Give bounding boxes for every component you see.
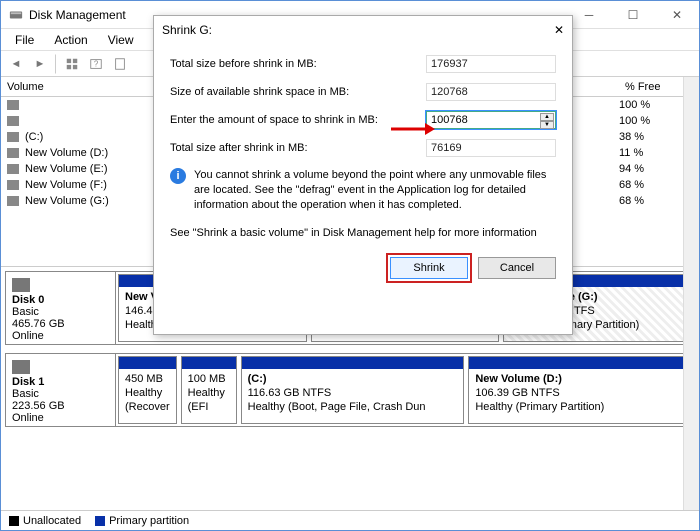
legend-unallocated: Unallocated — [23, 515, 81, 527]
volume-icon — [7, 196, 19, 206]
available-space-value: 120768 — [426, 83, 556, 101]
refresh-button[interactable] — [61, 54, 83, 74]
partition[interactable]: 450 MBHealthy (Recover — [118, 356, 177, 424]
forward-button[interactable]: ► — [29, 54, 51, 74]
back-button[interactable]: ◄ — [5, 54, 27, 74]
legend-swatch-primary — [95, 516, 105, 526]
help-button[interactable]: ? — [85, 54, 107, 74]
dialog-close-button[interactable]: ✕ — [554, 23, 564, 37]
shrink-button[interactable]: Shrink — [390, 257, 468, 279]
spinner-down[interactable]: ▼ — [540, 121, 554, 129]
volume-icon — [7, 100, 19, 110]
volume-icon — [7, 116, 19, 126]
shrink-dialog: Shrink G: ✕ Total size before shrink in … — [153, 15, 573, 335]
disk-icon — [12, 360, 30, 374]
partition[interactable]: New Volume (D:)106.39 GB NTFSHealthy (Pr… — [468, 356, 692, 424]
partition[interactable]: (C:)116.63 GB NTFSHealthy (Boot, Page Fi… — [241, 356, 465, 424]
legend-swatch-unallocated — [9, 516, 19, 526]
volume-icon — [7, 132, 19, 142]
legend: Unallocated Primary partition — [1, 510, 699, 530]
menu-file[interactable]: File — [5, 31, 44, 49]
legend-primary: Primary partition — [109, 515, 189, 527]
disk-management-window: Disk Management ─ ☐ ✕ File Action View ◄… — [0, 0, 700, 531]
properties-button[interactable] — [109, 54, 131, 74]
menu-view[interactable]: View — [98, 31, 144, 49]
volume-icon — [7, 148, 19, 158]
disk-label: Disk 0Basic465.76 GBOnline — [6, 272, 116, 344]
disk-icon — [12, 278, 30, 292]
total-after-label: Total size after shrink in MB: — [170, 142, 426, 154]
disk-row: Disk 1Basic223.56 GBOnline450 MBHealthy … — [5, 353, 695, 427]
total-before-value: 176937 — [426, 55, 556, 73]
partition[interactable]: 100 MBHealthy (EFI — [181, 356, 237, 424]
spinner-up[interactable]: ▲ — [540, 113, 554, 121]
total-after-value: 76169 — [426, 139, 556, 157]
cancel-button[interactable]: Cancel — [478, 257, 556, 279]
app-icon — [9, 8, 23, 22]
dialog-titlebar: Shrink G: ✕ — [154, 16, 572, 44]
menu-action[interactable]: Action — [44, 31, 97, 49]
info-icon: i — [170, 168, 186, 184]
shrink-amount-input[interactable]: 100768 ▲▼ — [426, 111, 556, 129]
enter-amount-label: Enter the amount of space to shrink in M… — [170, 114, 426, 126]
available-space-label: Size of available shrink space in MB: — [170, 86, 426, 98]
volume-icon — [7, 180, 19, 190]
disk-label: Disk 1Basic223.56 GBOnline — [6, 354, 116, 426]
scrollbar[interactable] — [683, 77, 699, 510]
svg-text:?: ? — [94, 59, 99, 68]
annotation-arrow — [391, 121, 435, 140]
minimize-button[interactable]: ─ — [567, 1, 611, 28]
toolbar-separator — [55, 54, 57, 74]
help-text: See "Shrink a basic volume" in Disk Mana… — [170, 227, 556, 239]
total-before-label: Total size before shrink in MB: — [170, 58, 426, 70]
dialog-title: Shrink G: — [162, 23, 554, 37]
info-text: You cannot shrink a volume beyond the po… — [194, 168, 556, 213]
column-volume[interactable]: Volume — [1, 79, 161, 95]
close-button[interactable]: ✕ — [655, 1, 699, 28]
maximize-button[interactable]: ☐ — [611, 1, 655, 28]
volume-icon — [7, 164, 19, 174]
